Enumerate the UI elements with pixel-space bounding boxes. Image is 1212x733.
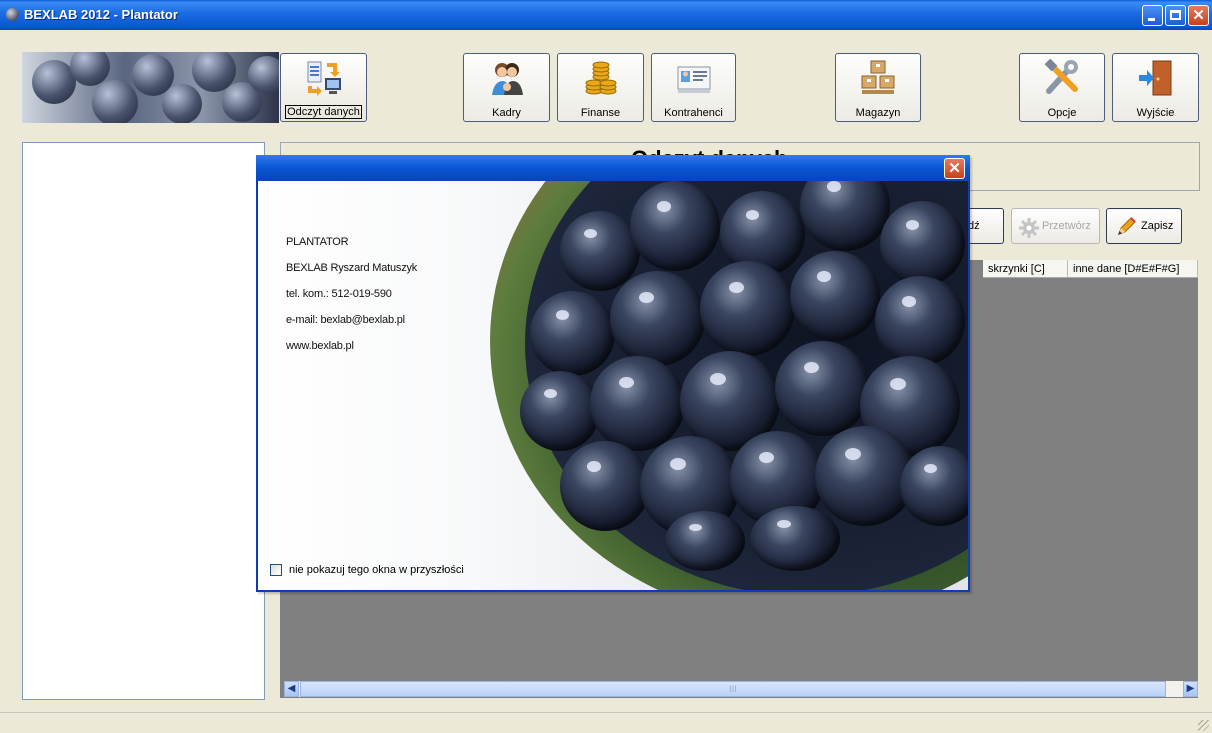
app-icon xyxy=(6,8,19,21)
exit-door-icon xyxy=(1138,60,1171,96)
data-read-icon xyxy=(307,61,341,96)
toolbar-button-kontrahenci[interactable]: Kontrahenci xyxy=(651,53,736,122)
contact-info: PLANTATOR BEXLAB Ryszard Matuszyk tel. k… xyxy=(286,235,417,365)
window-title: BEXLAB 2012 - Plantator xyxy=(24,7,178,22)
dialog-close-button[interactable]: ✕ xyxy=(944,158,965,179)
tools-icon xyxy=(1044,59,1078,94)
status-bar xyxy=(0,712,1212,733)
coins-icon xyxy=(585,61,616,95)
toolbar-label: Opcje xyxy=(1047,107,1077,119)
toolbar-label: Magazyn xyxy=(855,107,901,119)
toolbar-button-opcje[interactable]: Opcje xyxy=(1019,53,1105,122)
column-header-skrzynki[interactable]: skrzynki [C] xyxy=(983,260,1068,278)
email-text: e-mail: bexlab@bexlab.pl xyxy=(286,314,405,326)
dialog-title-bar[interactable]: ✕ xyxy=(256,155,970,181)
close-icon: ✕ xyxy=(948,160,961,177)
company-name: BEXLAB Ryszard Matuszyk xyxy=(286,262,418,274)
close-icon: ✕ xyxy=(1192,7,1205,24)
close-button[interactable]: ✕ xyxy=(1188,5,1209,26)
toolbar-button-wyjscie[interactable]: Wyjście xyxy=(1112,53,1199,122)
button-label: Przetwórz xyxy=(1042,220,1091,232)
maximize-button[interactable] xyxy=(1165,5,1186,26)
main-window: BEXLAB 2012 - Plantator ✕ Odczyt danych xyxy=(0,0,1212,733)
people-icon xyxy=(491,63,523,95)
resize-grip-icon[interactable] xyxy=(1198,720,1209,731)
gear-icon xyxy=(1019,218,1039,238)
pencil-icon xyxy=(1118,217,1136,235)
toolbar-button-finanse[interactable]: Finanse xyxy=(557,53,644,122)
phone-text: tel. kom.: 512-019-590 xyxy=(286,288,392,300)
id-card-icon xyxy=(677,66,710,93)
toolbar-label: Odczyt danych xyxy=(285,105,362,119)
toolbar-label: Wyjście xyxy=(1136,107,1175,119)
dont-show-again-checkbox[interactable]: nie pokazuj tego okna w przyszłości xyxy=(270,562,464,580)
blueberry-banner-image xyxy=(22,52,279,123)
checkbox-box[interactable] xyxy=(270,564,282,576)
checkbox-label[interactable]: nie pokazuj tego okna w przyszłości xyxy=(289,564,464,576)
horizontal-scrollbar[interactable]: ◀ III ▶ xyxy=(284,681,1198,697)
blueberry-bowl-image xyxy=(490,181,968,590)
dialog-body: PLANTATOR BEXLAB Ryszard Matuszyk tel. k… xyxy=(258,181,968,590)
toolbar-button-kadry[interactable]: Kadry xyxy=(463,53,550,122)
minimize-icon xyxy=(1148,18,1155,21)
website-text: www.bexlab.pl xyxy=(286,340,354,352)
about-dialog: ✕ PLANTATOR BEXLAB Ryszard Matuszyk tel.… xyxy=(256,155,970,592)
minimize-button[interactable] xyxy=(1142,5,1163,26)
scroll-left-arrow-icon[interactable]: ◀ xyxy=(284,681,299,697)
przetworz-button[interactable]: Przetwórz xyxy=(1011,208,1100,244)
maximize-icon xyxy=(1170,10,1181,20)
scroll-right-arrow-icon[interactable]: ▶ xyxy=(1183,681,1198,697)
boxes-icon xyxy=(861,60,895,94)
toolbar-label: Finanse xyxy=(580,107,621,119)
toolbar-label: Kontrahenci xyxy=(664,107,723,119)
button-label: Zapisz xyxy=(1141,220,1174,232)
product-name: PLANTATOR xyxy=(286,236,349,248)
toolbar-button-odczyt-danych[interactable]: Odczyt danych xyxy=(280,53,367,122)
toolbar-label: Kadry xyxy=(492,107,521,119)
zapisz-button[interactable]: Zapisz xyxy=(1106,208,1182,244)
scroll-thumb[interactable]: III xyxy=(300,681,1166,697)
left-panel-list[interactable] xyxy=(22,142,265,700)
title-bar[interactable]: BEXLAB 2012 - Plantator ✕ xyxy=(0,0,1212,30)
column-header-inne-dane[interactable]: inne dane [D#E#F#G] xyxy=(1068,260,1198,278)
toolbar-button-magazyn[interactable]: Magazyn xyxy=(835,53,921,122)
